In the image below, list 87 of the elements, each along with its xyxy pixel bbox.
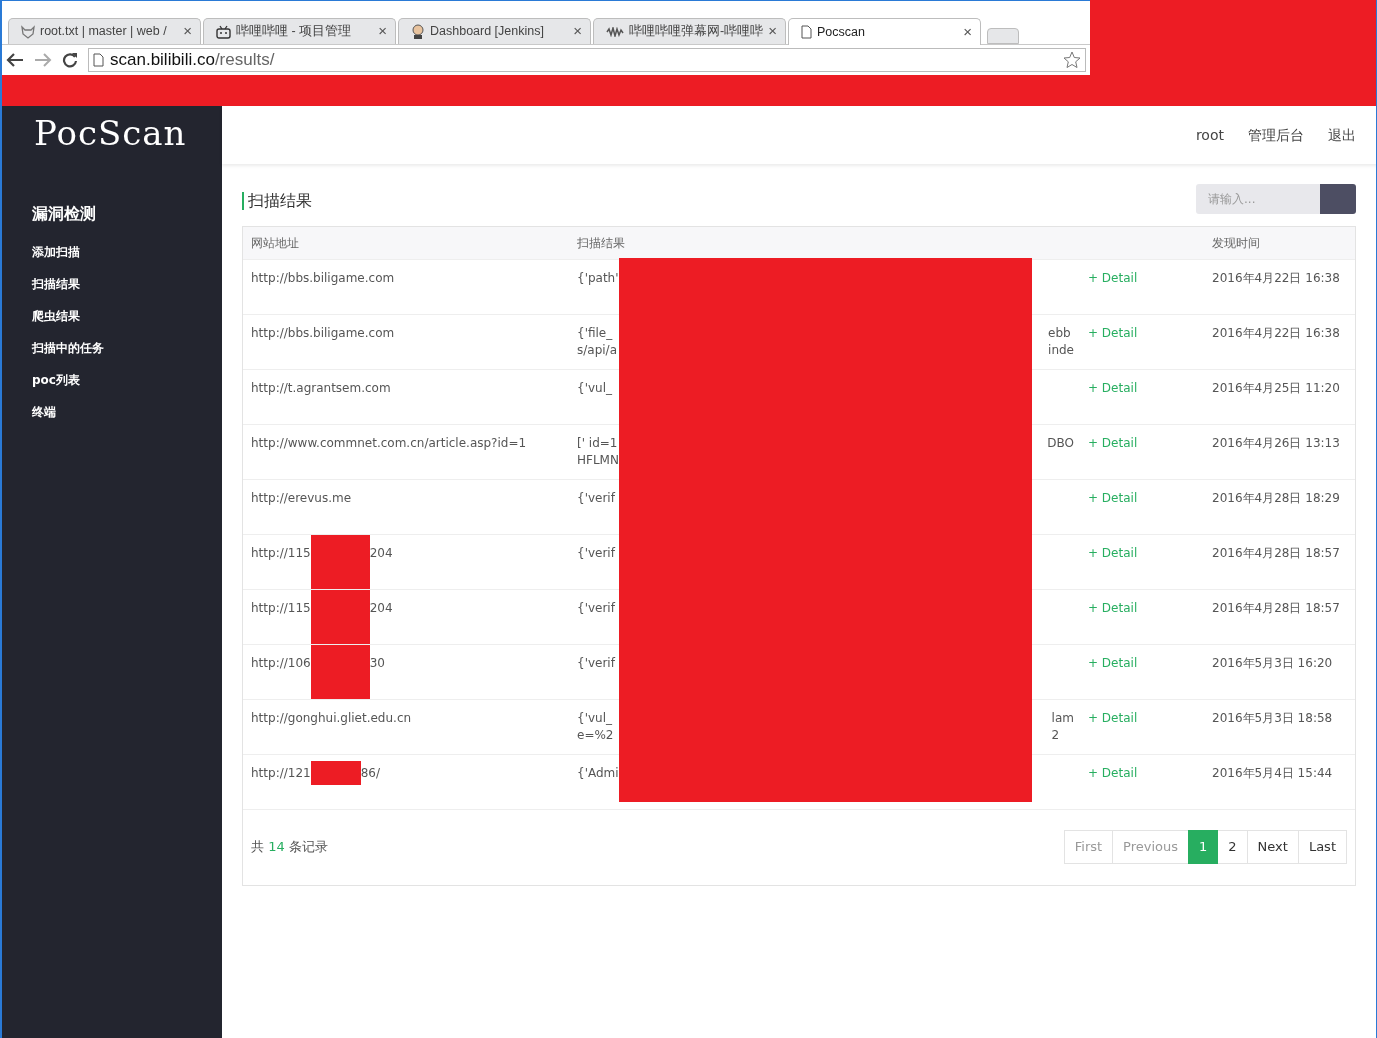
result-text: [' id=1 [577, 434, 619, 452]
time-text: 2016年4月25日 11:20 [1212, 380, 1340, 395]
tv-icon [216, 24, 231, 39]
result-text: s/api/a [577, 341, 618, 359]
url-text: http://115 [251, 545, 311, 560]
result-text: {'path' [577, 269, 620, 287]
url-text: 204 [369, 545, 393, 560]
browser-tab[interactable]: Dashboard [Jenkins] × [398, 18, 591, 44]
fox-icon [21, 24, 35, 39]
logo: PocScan [33, 112, 188, 155]
address-bar[interactable]: scan.bilibili.co/results/ [88, 48, 1086, 72]
close-icon[interactable]: × [768, 20, 777, 43]
browser-tab[interactable]: 哔哩哔哩弹幕网-哔哩哔 × [593, 18, 786, 44]
close-icon[interactable]: × [963, 20, 972, 44]
back-icon [6, 52, 24, 68]
result-text: {'verif [577, 489, 617, 507]
result-text: {'vul_ [577, 379, 613, 397]
time-text: 2016年5月3日 18:58 [1212, 710, 1333, 725]
column-header: 发现时间 [1212, 235, 1260, 250]
url-text: 204 [369, 600, 393, 615]
url-text: http://115 [251, 600, 311, 615]
sidebar-item[interactable]: 添加扫描 [2, 236, 222, 268]
browser-tab[interactable]: root.txt | master | web / × [8, 18, 201, 44]
star-icon [1063, 51, 1081, 69]
reload-icon [62, 52, 78, 68]
close-icon[interactable]: × [378, 20, 387, 43]
pagination-button[interactable]: Last [1297, 830, 1347, 864]
url-text: http://bbs.biligame.com [251, 325, 395, 340]
result-text: inde [1048, 341, 1074, 359]
nav-link-text[interactable]: root [1195, 124, 1224, 146]
nav-link-text[interactable]: 退出 [1328, 124, 1356, 146]
butler-icon [411, 24, 425, 39]
url-text: http://121 [251, 765, 311, 780]
time-text: 2016年4月28日 18:29 [1212, 490, 1340, 505]
pagination-button[interactable]: 2 [1217, 830, 1248, 864]
sidebar-item[interactable]: 爬虫结果 [2, 300, 222, 332]
sidebar-heading: 漏洞检测 [31, 203, 97, 225]
url-text: http://bbs.biligame.com [251, 270, 395, 285]
search-field[interactable]: 请输入... [1196, 184, 1320, 214]
url-text: http://erevus.me [251, 490, 352, 505]
result-text: {'verif [577, 544, 617, 562]
browser-tab[interactable]: 哔哩哔哩 - 项目管理 × [203, 18, 396, 44]
result-text: {'vul_ [577, 709, 613, 727]
result-text: ebb [1048, 324, 1072, 342]
url-text: http://www.commnet.com.cn/article.asp?id=1 [251, 435, 527, 450]
sidebar-item[interactable]: poc列表 [2, 364, 222, 396]
url-text: 30 [369, 655, 385, 670]
search-button[interactable] [1320, 184, 1356, 214]
browser-tab[interactable]: Pocscan × [788, 18, 981, 45]
time-text: 2016年5月4日 15:44 [1212, 765, 1333, 780]
time-text: 2016年5月3日 16:20 [1212, 655, 1333, 670]
time-text: 2016年4月22日 16:38 [1212, 325, 1340, 340]
new-tab-button[interactable] [987, 28, 1019, 44]
result-text: {'verif [577, 599, 617, 617]
sidebar-item[interactable]: 扫描结果 [2, 268, 222, 300]
column-header: 扫描结果 [577, 235, 625, 250]
waveform-icon [606, 26, 624, 37]
close-icon[interactable]: × [183, 20, 192, 43]
result-text: DBO [1047, 434, 1074, 452]
time-text: 2016年4月28日 18:57 [1212, 600, 1340, 615]
sidebar-item[interactable]: 扫描中的任务 [2, 332, 222, 364]
page-icon [93, 53, 104, 67]
result-text: {'verif [577, 654, 617, 672]
result-text: lam [1051, 709, 1074, 727]
url-text: http://t.agrantsem.com [251, 380, 391, 395]
record-count: 共 14 条记录 [251, 838, 328, 857]
result-text: e=%2 [577, 726, 615, 744]
column-header: 网站地址 [251, 235, 299, 250]
result-text: {'Admi [577, 764, 620, 782]
time-text: 2016年4月26日 13:13 [1212, 435, 1340, 450]
forward-icon [34, 52, 52, 68]
url-path: /results/ [214, 50, 275, 70]
page-title: 扫描结果 [242, 192, 312, 210]
result-text: HFLMN [577, 451, 620, 469]
url-host: scan.bilibili.co [110, 50, 215, 70]
result-text: 2 [1051, 726, 1061, 744]
url-text: 86/ [360, 765, 380, 780]
url-text: http://gonghui.gliet.edu.cn [251, 710, 412, 725]
time-text: 2016年4月22日 16:38 [1212, 270, 1340, 285]
nav-link-text[interactable]: 管理后台 [1248, 124, 1304, 146]
pagination-button[interactable]: Next [1246, 830, 1299, 864]
url-text: http://106 [251, 655, 311, 670]
sidebar-item[interactable]: 终端 [2, 396, 222, 428]
result-text: {'file_ [577, 324, 614, 342]
page-icon [801, 25, 812, 39]
close-icon[interactable]: × [573, 20, 582, 43]
time-text: 2016年4月28日 18:57 [1212, 545, 1340, 560]
